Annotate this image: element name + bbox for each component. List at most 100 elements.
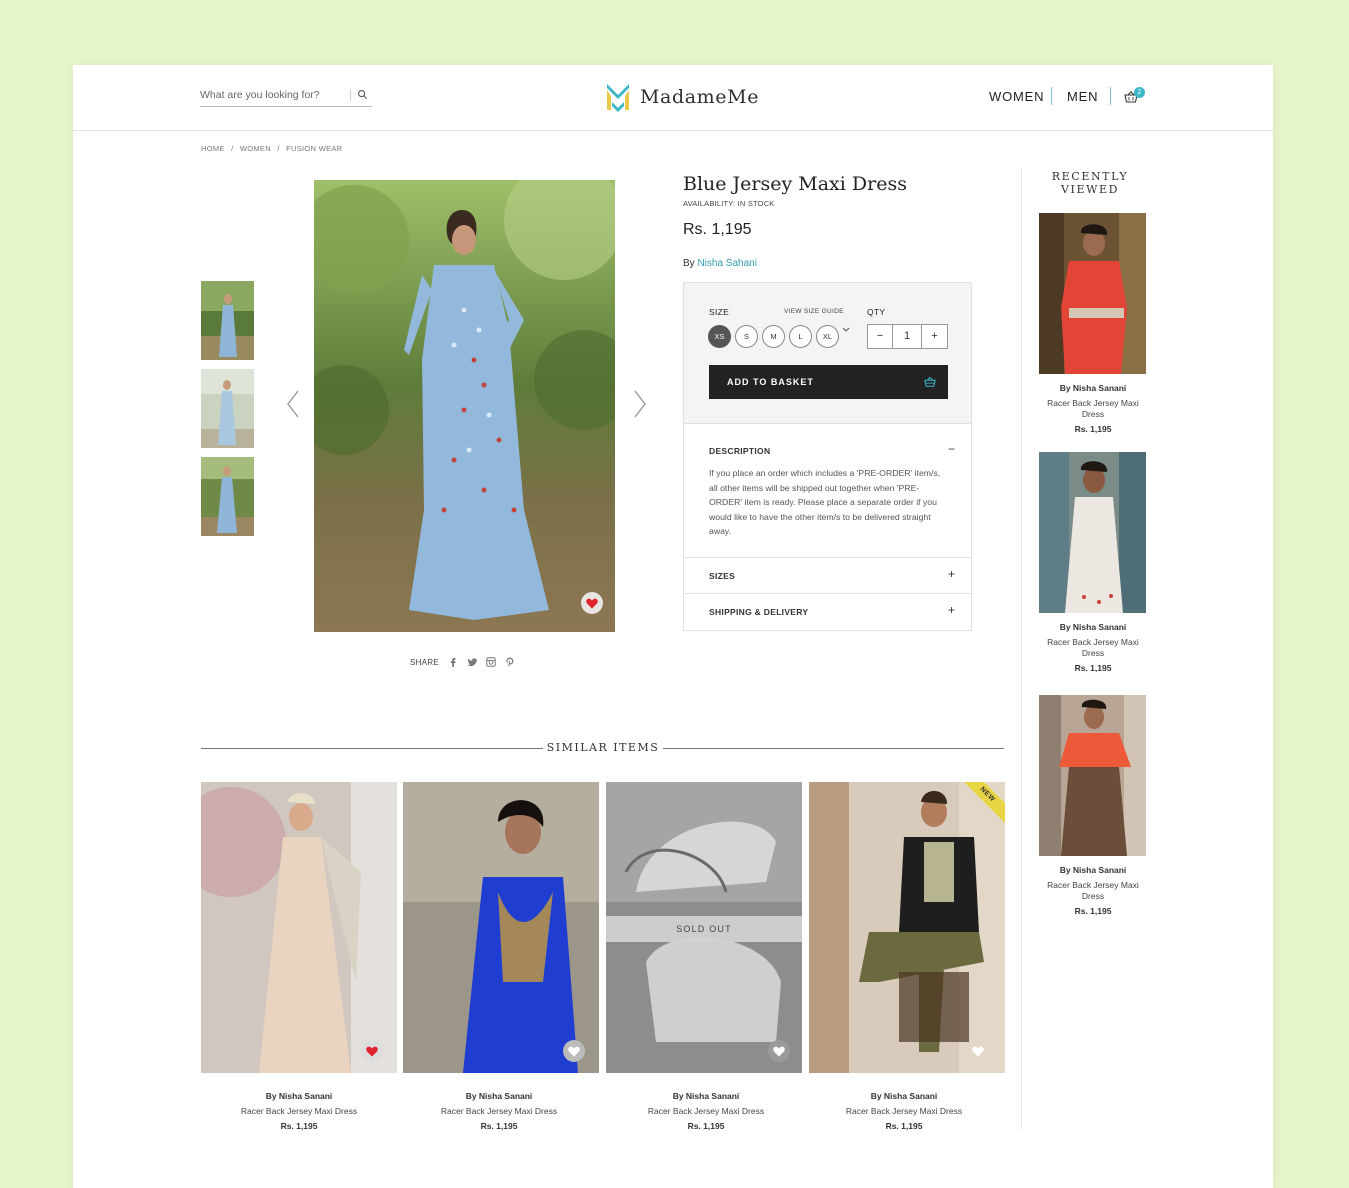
recently-viewed-title-line: VIEWED	[1060, 183, 1120, 196]
similar-item-info: By Nisha Sanani Racer Back Jersey Maxi D…	[401, 1089, 597, 1134]
rv-product-name[interactable]: Racer Back Jersey Maxi Dress	[1031, 398, 1155, 420]
similar-item-info: By Nisha Sanani Racer Back Jersey Maxi D…	[806, 1089, 1002, 1134]
size-option-l[interactable]: L	[789, 325, 812, 348]
collapse-icon[interactable]: −	[948, 442, 955, 456]
quantity-stepper: − 1 +	[867, 324, 948, 349]
nav-men[interactable]: MEN	[1067, 89, 1098, 104]
share-bar: SHARE	[410, 657, 515, 667]
purchase-panel: SIZE VIEW SIZE GUIDE QTY XS S M L XL − 1…	[683, 282, 972, 631]
search-bar	[200, 85, 372, 107]
size-option-s[interactable]: S	[735, 325, 758, 348]
designer-link[interactable]: Nisha Sahani	[697, 258, 756, 269]
breadcrumb-home[interactable]: HOME	[201, 144, 225, 153]
rv-price: Rs. 1,195	[1074, 906, 1112, 916]
accordion-sizes-title[interactable]: SIZES	[709, 571, 735, 581]
expand-icon[interactable]: +	[948, 567, 955, 581]
wishlist-heart-icon[interactable]	[361, 1040, 383, 1062]
recently-viewed-image[interactable]	[1039, 452, 1146, 613]
brand-logo[interactable]: MadameMe	[606, 81, 759, 113]
recently-viewed-info: By Nisha Sanani Racer Back Jersey Maxi D…	[1031, 865, 1155, 917]
similar-product-name[interactable]: Racer Back Jersey Maxi Dress	[401, 1104, 597, 1119]
size-guide-link[interactable]: VIEW SIZE GUIDE	[784, 308, 844, 315]
rv-price: Rs. 1,195	[1074, 424, 1112, 434]
nav-women[interactable]: WOMEN	[989, 89, 1044, 104]
breadcrumb: HOME / WOMEN / FUSION WEAR	[201, 144, 346, 153]
basket-icon	[924, 376, 936, 387]
similar-product-name[interactable]: Racer Back Jersey Maxi Dress	[201, 1104, 397, 1119]
rv-price: Rs. 1,195	[1074, 663, 1112, 673]
similar-item-image[interactable]	[201, 782, 397, 1073]
sidebar-divider	[1021, 169, 1022, 1129]
description-text: If you place an order which includes a '…	[709, 468, 941, 536]
next-image-arrow-icon[interactable]	[629, 389, 649, 419]
search-icon[interactable]	[357, 89, 368, 100]
breadcrumb-fusion-wear[interactable]: FUSION WEAR	[286, 144, 342, 153]
accordion-shipping-title[interactable]: SHIPPING & DELIVERY	[709, 607, 808, 617]
size-option-m[interactable]: M	[762, 325, 785, 348]
product-price: Rs. 1,195	[683, 221, 752, 238]
similar-item-image[interactable]: SOLD OUT	[606, 782, 802, 1073]
recently-viewed-image[interactable]	[1039, 695, 1146, 856]
product-thumbnail[interactable]	[201, 369, 254, 448]
recently-viewed-info: By Nisha Sanani Racer Back Jersey Maxi D…	[1031, 383, 1155, 435]
similar-product-name[interactable]: Racer Back Jersey Maxi Dress	[806, 1104, 1002, 1119]
rv-designer[interactable]: By Nisha Sanani	[1031, 622, 1155, 633]
section-rule	[663, 748, 1004, 749]
similar-designer[interactable]: By Nisha Sanani	[608, 1089, 804, 1104]
logo-mark-icon	[607, 84, 629, 112]
expand-icon[interactable]: +	[948, 603, 955, 617]
similar-item-image[interactable]	[403, 782, 599, 1073]
similar-designer[interactable]: By Nisha Sanani	[401, 1089, 597, 1104]
pinterest-icon[interactable]	[505, 657, 515, 667]
similar-price: Rs. 1,195	[480, 1121, 518, 1131]
similar-designer[interactable]: By Nisha Sanani	[201, 1089, 397, 1104]
nav-divider	[1110, 87, 1111, 105]
recently-viewed-image[interactable]	[1039, 213, 1146, 374]
twitter-icon[interactable]	[467, 657, 477, 667]
basket-count-badge: 2	[1134, 87, 1145, 98]
rv-product-name[interactable]: Racer Back Jersey Maxi Dress	[1031, 880, 1155, 902]
sold-out-badge: SOLD OUT	[606, 916, 802, 942]
product-thumbnail[interactable]	[201, 457, 254, 536]
instagram-icon[interactable]	[486, 657, 496, 667]
size-option-xs[interactable]: XS	[708, 325, 731, 348]
accordion-description-title[interactable]: DESCRIPTION	[709, 446, 770, 456]
qty-increase-button[interactable]: +	[922, 325, 947, 348]
chevron-down-icon[interactable]	[842, 327, 850, 333]
recently-viewed-title: RECENTLY VIEWED	[1040, 170, 1140, 196]
similar-item-image[interactable]: NEW	[809, 782, 1005, 1073]
rv-designer[interactable]: By Nisha Sanani	[1031, 383, 1155, 394]
product-thumbnail[interactable]	[201, 281, 254, 360]
wishlist-heart-icon[interactable]	[563, 1040, 585, 1062]
similar-price: Rs. 1,195	[885, 1121, 923, 1131]
purchase-options: SIZE VIEW SIZE GUIDE QTY XS S M L XL − 1…	[684, 283, 971, 424]
rv-product-name[interactable]: Racer Back Jersey Maxi Dress	[1031, 637, 1155, 659]
similar-product-name[interactable]: Racer Back Jersey Maxi Dress	[608, 1104, 804, 1119]
qty-value[interactable]: 1	[893, 325, 922, 348]
similar-designer[interactable]: By Nisha Sanani	[806, 1089, 1002, 1104]
similar-item-info: By Nisha Sanani Racer Back Jersey Maxi D…	[201, 1089, 397, 1134]
previous-image-arrow-icon[interactable]	[284, 389, 304, 419]
size-label: SIZE	[709, 307, 730, 317]
recently-viewed-title-line: RECENTLY	[1051, 170, 1129, 183]
rv-designer[interactable]: By Nisha Sanani	[1031, 865, 1155, 876]
facebook-icon[interactable]	[448, 657, 458, 667]
qty-decrease-button[interactable]: −	[868, 325, 893, 348]
wishlist-heart-icon[interactable]	[768, 1040, 790, 1062]
breadcrumb-separator: /	[277, 144, 280, 153]
accordion-divider	[684, 593, 971, 594]
breadcrumb-separator: /	[231, 144, 234, 153]
section-rule	[201, 748, 543, 749]
wishlist-heart-icon[interactable]	[967, 1040, 989, 1062]
size-option-xl[interactable]: XL	[816, 325, 839, 348]
designer-byline: By Nisha Sahani	[683, 258, 757, 269]
product-title: Blue Jersey Maxi Dress	[683, 173, 907, 195]
basket-button[interactable]: 2	[1124, 86, 1148, 106]
search-input[interactable]	[200, 85, 348, 105]
qty-label: QTY	[867, 307, 886, 317]
product-main-image[interactable]	[314, 180, 615, 632]
breadcrumb-women[interactable]: WOMEN	[240, 144, 271, 153]
wishlist-heart-icon[interactable]	[581, 592, 603, 614]
add-to-basket-button[interactable]: ADD TO BASKET	[709, 365, 948, 399]
similar-items-title: SIMILAR ITEMS	[546, 741, 660, 754]
